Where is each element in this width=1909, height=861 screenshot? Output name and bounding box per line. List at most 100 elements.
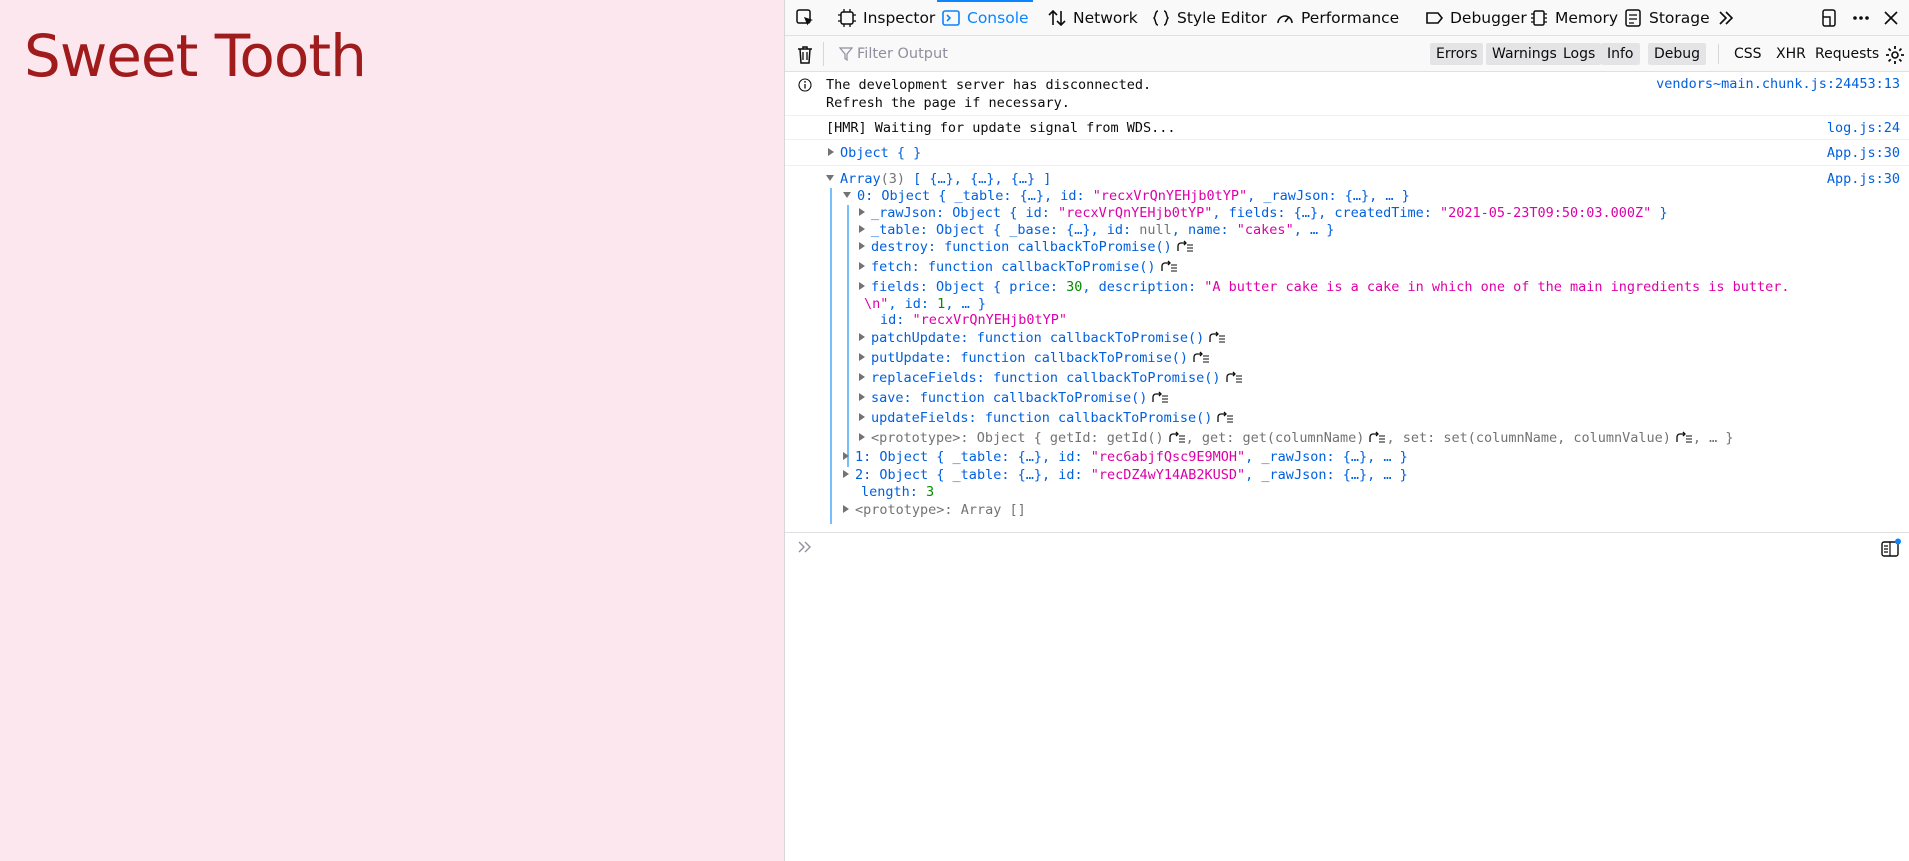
source-link[interactable]: App.js:30 [1827, 145, 1900, 161]
console-message-info: The development server has disconnected.… [785, 72, 1909, 116]
key: fields: [871, 279, 928, 295]
console-message-log: [HMR] Waiting for update signal from WDS… [785, 116, 1909, 140]
page-title: Sweet Tooth [24, 22, 367, 90]
value: 3 [926, 484, 935, 500]
console-message-object: Object { } App.js:30 [785, 140, 1909, 166]
expand-arrow-icon[interactable] [859, 433, 865, 441]
collapse-arrow-icon[interactable] [826, 175, 834, 181]
expand-arrow-icon[interactable] [843, 505, 849, 513]
tab-debugger[interactable]: Debugger [1420, 0, 1531, 36]
source-link[interactable]: vendors~main.chunk.js:24453:13 [1656, 76, 1900, 92]
console-icon [941, 8, 961, 28]
debugger-icon [1424, 8, 1444, 28]
filter-debug-button[interactable]: Debug [1648, 43, 1707, 65]
tree-row-save[interactable]: save: function callbackToPromise() [859, 390, 1169, 407]
tab-storage[interactable]: Storage [1619, 0, 1714, 36]
jump-to-definition-icon[interactable] [1368, 431, 1386, 443]
array-preview: [ {…}, {…}, {…} ] [913, 171, 1052, 187]
jump-to-definition-icon[interactable] [1160, 260, 1178, 272]
value: "2021-05-23T09:50:03.000Z" [1439, 205, 1652, 221]
tree-row-fetch[interactable]: fetch: function callbackToPromise() [859, 259, 1178, 276]
tree-row-patchupdate[interactable]: patchUpdate: function callbackToPromise(… [859, 330, 1226, 347]
value: function callbackToPromise() [960, 350, 1188, 366]
tree-row-updatefields[interactable]: updateFields: function callbackToPromise… [859, 410, 1234, 427]
tree-row-destroy[interactable]: destroy: function callbackToPromise() [859, 239, 1194, 256]
expand-arrow-icon[interactable] [843, 452, 849, 460]
tree-row-prototype[interactable]: <prototype>: Object { getId: getId() , ge… [859, 430, 1734, 447]
expand-arrow-icon[interactable] [859, 413, 865, 421]
element-picker-icon[interactable] [795, 8, 815, 28]
dock-options-icon[interactable] [1819, 8, 1839, 28]
jump-to-definition-icon[interactable] [1675, 431, 1693, 443]
filter-xhr-button[interactable]: XHR [1770, 43, 1812, 65]
tab-memory[interactable]: Memory [1525, 0, 1622, 36]
value: function callbackToPromise() [976, 330, 1205, 346]
filter-warnings-button[interactable]: Warnings [1486, 43, 1563, 65]
tab-inspector[interactable]: Inspector [833, 0, 939, 36]
jump-to-definition-icon[interactable] [1151, 391, 1169, 403]
tree-row-table[interactable]: _table: Object { _base: {…}, id: null, n… [859, 222, 1334, 239]
more-tools-chevron-icon[interactable] [1716, 8, 1736, 28]
tree-row-length: length: 3 [861, 484, 934, 501]
tab-network[interactable]: Network [1043, 0, 1142, 36]
expand-arrow-icon[interactable] [859, 208, 865, 216]
expand-arrow-icon[interactable] [859, 333, 865, 341]
value: Object { _table: {…}, id: [879, 449, 1091, 465]
prompt-chevron-icon [797, 539, 813, 555]
clear-console-trash-icon[interactable] [796, 45, 814, 65]
tab-style-editor[interactable]: Style Editor [1147, 0, 1271, 36]
jump-to-definition-icon[interactable] [1208, 331, 1226, 343]
tree-row-array-prototype[interactable]: <prototype>: Array [] [843, 502, 1026, 519]
expand-arrow-icon[interactable] [859, 242, 865, 250]
tree-row-fields[interactable]: fields: Object { price: 30, description:… [859, 279, 1789, 296]
console-input-row[interactable] [785, 532, 1909, 562]
console-settings-gear-icon[interactable] [1885, 45, 1905, 65]
devtools-panel: Inspector Console Network Style Editor P… [784, 0, 1909, 861]
filter-info-button[interactable]: Info [1601, 43, 1640, 65]
tree-row-replacefields[interactable]: replaceFields: function callbackToPromis… [859, 370, 1243, 387]
key: 1: [855, 449, 872, 465]
jump-to-definition-icon[interactable] [1225, 371, 1243, 383]
key: putUpdate: [871, 350, 953, 366]
expand-arrow-icon[interactable] [859, 393, 865, 401]
tab-console[interactable]: Console [937, 0, 1033, 36]
source-link[interactable]: App.js:30 [1827, 171, 1900, 187]
jump-to-definition-icon[interactable] [1216, 411, 1234, 423]
source-link[interactable]: log.js:24 [1827, 120, 1900, 136]
object-tree-row[interactable]: Object { } [828, 145, 921, 162]
tree-row-item1[interactable]: 1: Object { _table: {…}, id: "rec6abjfQs… [843, 449, 1408, 466]
filter-funnel-icon [838, 47, 854, 62]
expand-arrow-icon[interactable] [859, 373, 865, 381]
more-options-icon[interactable] [1851, 8, 1871, 28]
tab-console-label: Console [967, 9, 1029, 27]
filter-logs-button[interactable]: Logs [1557, 43, 1602, 65]
filter-css-button[interactable]: CSS [1728, 43, 1768, 65]
expand-arrow-icon[interactable] [859, 262, 865, 270]
toggle-editor-sidebar-icon[interactable] [1880, 538, 1902, 558]
value: , description: [1082, 279, 1205, 295]
array-header-row[interactable]: Array(3) [ {…}, {…}, {…} ] [826, 171, 1051, 188]
style-editor-icon [1151, 8, 1171, 28]
jump-to-definition-icon[interactable] [1176, 240, 1194, 252]
storage-icon [1623, 8, 1643, 28]
tree-row-item2[interactable]: 2: Object { _table: {…}, id: "recDZ4wY14… [843, 467, 1408, 484]
tree-row-rawjson[interactable]: _rawJson: Object { id: "recxVrQnYEHjb0tY… [859, 205, 1668, 222]
key: _table: [871, 222, 928, 238]
jump-to-definition-icon[interactable] [1168, 431, 1186, 443]
expand-arrow-icon[interactable] [859, 282, 865, 290]
console-filter-bar: Errors Warnings Logs Info Debug CSS XHR … [785, 36, 1909, 72]
filter-output-input[interactable] [857, 43, 1357, 65]
tab-performance[interactable]: Performance [1271, 0, 1403, 36]
collapse-arrow-icon[interactable] [843, 192, 851, 198]
expand-arrow-icon[interactable] [843, 470, 849, 478]
expand-arrow-icon[interactable] [828, 148, 834, 156]
expand-arrow-icon[interactable] [859, 225, 865, 233]
close-devtools-icon[interactable] [1881, 8, 1901, 28]
filter-errors-button[interactable]: Errors [1430, 43, 1484, 65]
tree-row-putupdate[interactable]: putUpdate: function callbackToPromise() [859, 350, 1210, 367]
filter-requests-button[interactable]: Requests [1809, 43, 1885, 65]
tree-row-item0[interactable]: 0: Object { _table: {…}, id: "recxVrQnYE… [843, 188, 1410, 205]
jump-to-definition-icon[interactable] [1192, 351, 1210, 363]
expand-arrow-icon[interactable] [859, 353, 865, 361]
value: , … } [1293, 222, 1335, 238]
